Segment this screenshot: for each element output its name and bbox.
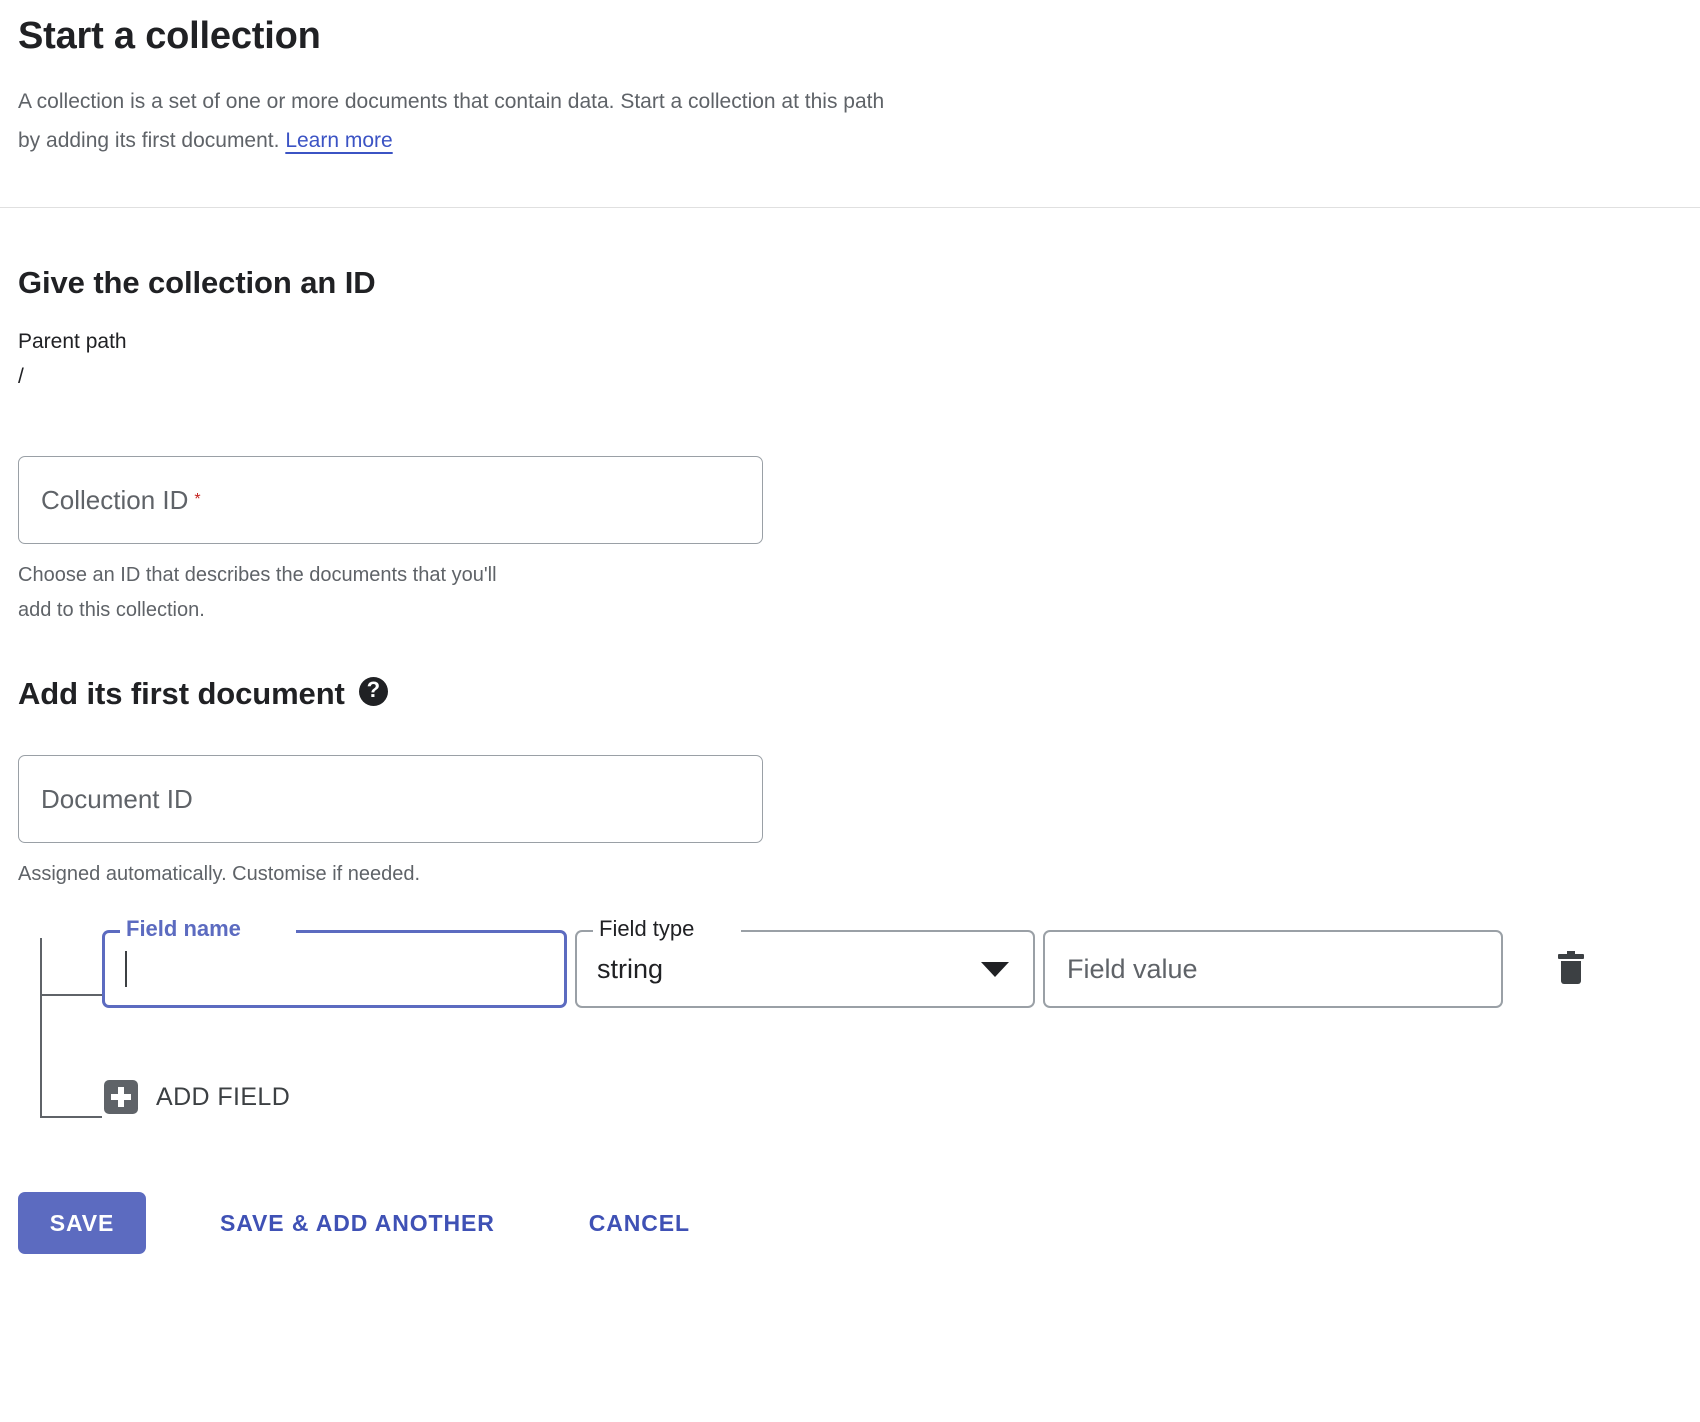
trash-icon-lid [1558, 954, 1584, 959]
collection-id-placeholder: Collection ID [41, 485, 189, 515]
description-line-2: by adding its first document. [18, 129, 280, 152]
field-name-input[interactable]: Field name [102, 915, 567, 1008]
delete-field-button[interactable] [1549, 947, 1593, 991]
page-description: A collection is a set of one or more doc… [18, 82, 1218, 160]
tree-connector [40, 938, 102, 1118]
fields-editor: Field name Field type string Field value… [18, 915, 1682, 1118]
add-field-button[interactable]: ADD FIELD [102, 1076, 292, 1118]
chevron-down-icon[interactable] [981, 961, 1009, 977]
learn-more-link[interactable]: Learn more [285, 129, 392, 152]
field-row: Field name Field type string Field value [102, 915, 1682, 1008]
collection-id-hint-line-1: Choose an ID that describes the document… [18, 564, 497, 586]
required-asterisk: * [194, 491, 201, 508]
field-type-value: string [597, 954, 664, 984]
help-icon-glyph: ? [366, 677, 380, 702]
tree-branch-field [42, 994, 102, 996]
dialog-actions: SAVE SAVE & ADD ANOTHER CANCEL [0, 1192, 1700, 1294]
plus-icon [104, 1080, 138, 1114]
parent-path-label: Parent path [18, 330, 127, 353]
text-caret [125, 951, 127, 987]
first-document-title-text: Add its first document [18, 676, 345, 711]
save-button[interactable]: SAVE [18, 1192, 146, 1254]
document-id-input[interactable]: Document ID [18, 755, 763, 843]
field-name-content [102, 930, 567, 1008]
first-document-section-title: Add its first document? [18, 676, 1682, 712]
dialog-body: Give the collection an ID Parent path / … [0, 208, 1700, 1118]
collection-id-field-wrapper: Collection ID * Choose an ID that describ… [18, 456, 1682, 628]
field-type-content: string [575, 930, 1035, 1008]
field-value-input[interactable]: Field value [1043, 930, 1503, 1008]
page-title: Start a collection [18, 15, 321, 57]
collection-id-section-title: Give the collection an ID [18, 265, 376, 300]
save-and-add-another-button[interactable]: SAVE & ADD ANOTHER [202, 1192, 513, 1254]
help-icon[interactable]: ? [358, 676, 388, 706]
field-type-select[interactable]: Field type string [575, 915, 1035, 1008]
collection-id-hint-line-2: add to this collection. [18, 599, 205, 621]
add-field-label: ADD FIELD [156, 1082, 291, 1111]
document-id-hint: Assigned automatically. Customise if nee… [18, 863, 421, 885]
trash-icon [1558, 951, 1584, 984]
field-value-placeholder: Field value [1067, 954, 1198, 984]
description-line-1: A collection is a set of one or more doc… [18, 90, 885, 113]
trash-icon-can [1561, 961, 1581, 984]
tree-branch-add [42, 1116, 102, 1118]
document-id-placeholder: Document ID [41, 784, 193, 814]
collection-id-input[interactable]: Collection ID * [18, 456, 763, 544]
dialog-header: Start a collection A collection is a set… [0, 0, 1700, 208]
parent-path-value: / [18, 365, 24, 388]
cancel-button[interactable]: CANCEL [571, 1192, 708, 1254]
collection-id-hint: Choose an ID that describes the document… [18, 558, 718, 628]
document-id-field-wrapper: Document ID Assigned automatically. Cust… [18, 755, 1682, 892]
add-field-row: ADD FIELD [102, 1076, 1682, 1118]
